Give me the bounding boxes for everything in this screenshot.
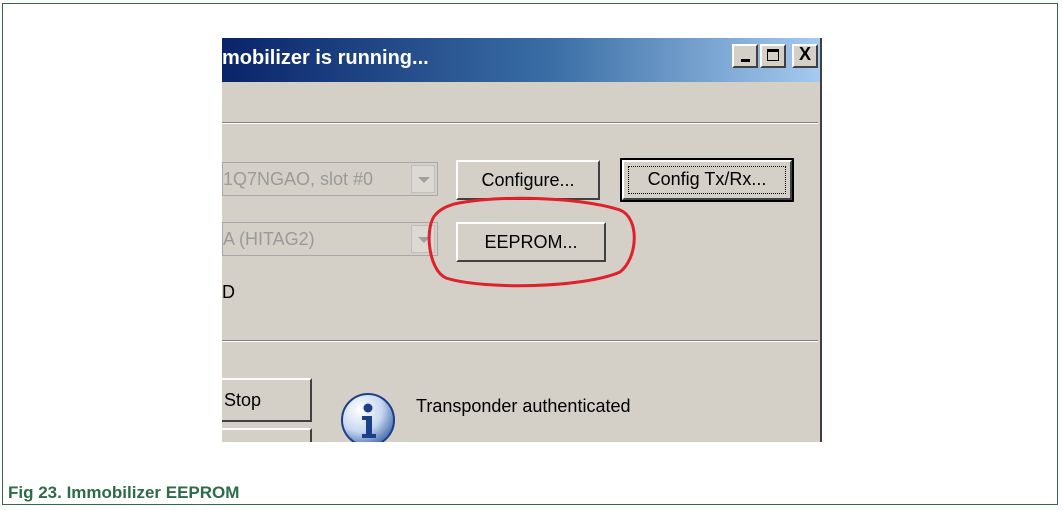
close-icon[interactable]: X (792, 44, 818, 68)
title-bar: mobilizer is running... X (222, 38, 820, 82)
config-txrx-label: Config Tx/Rx... (628, 166, 786, 194)
info-icon (341, 393, 395, 442)
separator-top (222, 122, 818, 124)
status-message: Transponder authenticated (416, 396, 631, 416)
status-letter: D (222, 282, 235, 302)
config-txrx-button[interactable]: Config Tx/Rx... (620, 158, 794, 202)
maximize-icon[interactable] (760, 44, 786, 68)
stop-button[interactable]: Stop (222, 378, 312, 422)
device-combo[interactable]: 1Q7NGAO, slot #0 (222, 162, 438, 196)
window-title: mobilizer is running... (222, 47, 429, 69)
secondary-button[interactable] (222, 428, 312, 442)
separator-bottom (222, 340, 818, 342)
minimize-icon[interactable] (732, 44, 758, 68)
dropdown-arrow-icon[interactable] (411, 165, 435, 193)
figure-caption: Fig 23. Immobilizer EEPROM (8, 483, 240, 502)
configure-button[interactable]: Configure... (456, 160, 600, 200)
transponder-combo-value: A (HITAG2) (223, 229, 315, 249)
device-combo-value: 1Q7NGAO, slot #0 (223, 169, 374, 189)
transponder-combo[interactable]: A (HITAG2) (222, 222, 438, 256)
highlight-ellipse (427, 196, 636, 288)
close-glyph: X (798, 44, 811, 64)
